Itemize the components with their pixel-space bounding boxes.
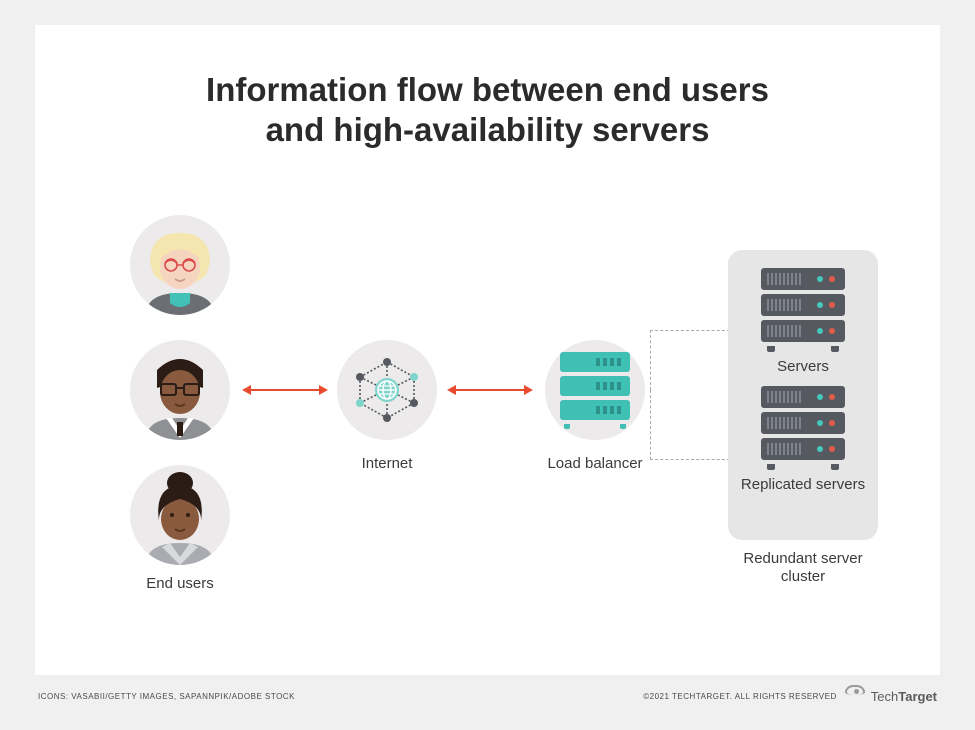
internet-node xyxy=(337,340,437,440)
title-line-1: Information flow between end users xyxy=(206,71,769,108)
server-rack-icon xyxy=(761,386,845,470)
connector-to-servers xyxy=(650,330,730,390)
servers-label: Servers xyxy=(777,358,829,376)
cluster-label: Redundant server cluster xyxy=(723,550,883,586)
diagram-title: Information flow between end users and h… xyxy=(35,25,940,151)
attribution-footer: Icons: VASABII/Getty Images, Sapannpik/A… xyxy=(0,685,975,725)
avatar-user-3 xyxy=(130,465,230,565)
end-users-label: End users xyxy=(110,575,250,594)
arrow-users-internet xyxy=(250,389,320,391)
person-icon xyxy=(130,465,230,565)
replicated-servers-label: Replicated servers xyxy=(741,476,865,494)
internet-label: Internet xyxy=(317,455,457,474)
person-icon xyxy=(130,340,230,440)
connector-to-replicas xyxy=(650,390,730,460)
icons-credit: Icons: VASABII/Getty Images, Sapannpik/A… xyxy=(38,692,295,701)
person-icon xyxy=(130,215,230,315)
load-balancer-node xyxy=(545,340,645,440)
server-rack-icon xyxy=(761,268,845,352)
avatar-user-1 xyxy=(130,215,230,315)
diagram-area: End users xyxy=(35,200,940,675)
server-cluster-box: Servers Replicated servers xyxy=(728,250,878,540)
techtarget-eye-icon xyxy=(845,685,865,695)
avatar-user-2 xyxy=(130,340,230,440)
load-balancer-label: Load balancer xyxy=(525,455,665,474)
techtarget-logo: TechTarget xyxy=(871,689,937,704)
diagram-card: Information flow between end users and h… xyxy=(35,25,940,675)
copyright-text: ©2021 TechTarget. All Rights Reserved xyxy=(643,692,837,701)
arrow-internet-lb xyxy=(455,389,525,391)
title-line-2: and high-availability servers xyxy=(266,111,710,148)
load-balancer-icon xyxy=(560,352,630,429)
globe-network-icon xyxy=(352,355,422,425)
